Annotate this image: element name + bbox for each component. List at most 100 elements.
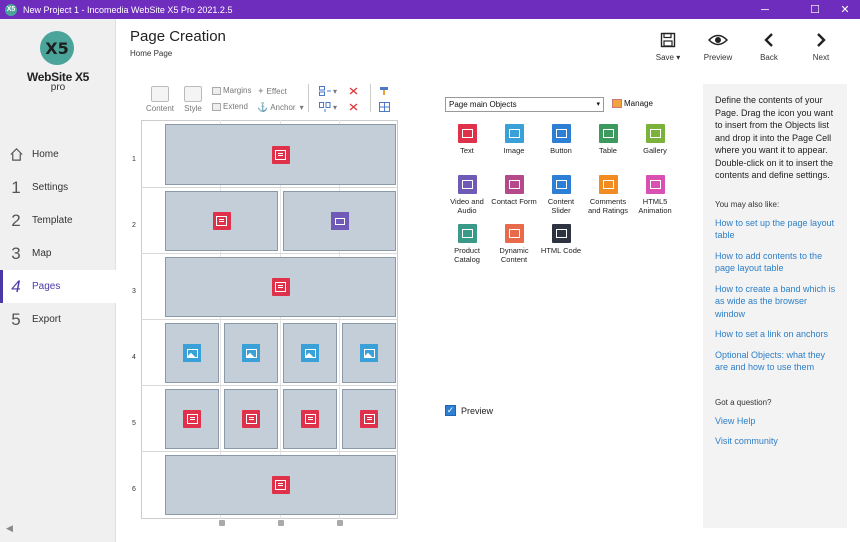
- title-bar: X5 New Project 1 - Incomedia WebSite X5 …: [0, 0, 860, 19]
- margins-tool-button[interactable]: Margins: [212, 86, 251, 95]
- help-panel: Define the contents of your Page. Drag t…: [703, 84, 847, 528]
- insert-row-dropdown-icon[interactable]: ▾: [333, 87, 337, 96]
- checkbox-checked-icon: ✓: [445, 405, 456, 416]
- anchor-label: Anchor: [270, 103, 296, 112]
- format-paint-button[interactable]: [379, 86, 390, 96]
- object-item[interactable]: Contact Form: [491, 175, 537, 206]
- chevron-right-icon: [817, 33, 826, 47]
- delete-row-button[interactable]: [348, 86, 359, 96]
- anchor-dropdown-icon[interactable]: ▾: [300, 103, 304, 112]
- sidebar-item-export[interactable]: 5 Export: [0, 303, 116, 336]
- extend-tool-button[interactable]: Extend: [212, 102, 248, 111]
- save-label: Save: [655, 53, 674, 62]
- grid-layout-button[interactable]: [379, 102, 390, 112]
- object-item[interactable]: Product Catalog: [444, 224, 490, 264]
- help-link-anchors[interactable]: How to set a link on anchors: [715, 328, 837, 341]
- next-button[interactable]: Next: [801, 30, 841, 62]
- video-object-icon: [330, 212, 349, 230]
- help-link-add-contents[interactable]: How to add contents to the page layout t…: [715, 250, 837, 275]
- object-type-icon: [504, 224, 524, 243]
- help-question: Got a question?: [715, 397, 772, 407]
- page-cell[interactable]: [342, 323, 396, 383]
- grid-layout-icon: [379, 102, 390, 112]
- row-number: 3: [132, 288, 136, 295]
- step-number: 3: [11, 243, 21, 263]
- save-dropdown-icon[interactable]: ▾: [676, 53, 680, 62]
- column-resize-handle[interactable]: [337, 520, 343, 526]
- page-cell[interactable]: [283, 323, 337, 383]
- sidebar-item-map[interactable]: 3 Map: [0, 237, 116, 270]
- page-cell[interactable]: [224, 323, 278, 383]
- row-number: 6: [132, 486, 136, 493]
- delete-column-button[interactable]: [348, 102, 359, 112]
- object-item[interactable]: Video and Audio: [444, 175, 490, 215]
- page-cell[interactable]: [342, 389, 396, 449]
- style-tool-label: Style: [184, 104, 202, 113]
- save-button[interactable]: Save ▾: [648, 30, 688, 62]
- back-button[interactable]: Back: [749, 30, 789, 62]
- page-cell[interactable]: [165, 257, 396, 317]
- text-object-icon: [212, 212, 231, 230]
- object-item[interactable]: Table: [585, 124, 631, 155]
- maximize-button[interactable]: ☐: [800, 0, 830, 19]
- step-number: 2: [11, 210, 21, 230]
- close-button[interactable]: ✕: [830, 0, 860, 19]
- object-item-label: Image: [503, 146, 525, 155]
- object-item[interactable]: Text: [444, 124, 490, 155]
- page-cell[interactable]: [283, 191, 396, 251]
- objects-category-select[interactable]: Page main Objects ▾: [445, 97, 604, 112]
- insert-row-button[interactable]: ▾: [319, 86, 337, 96]
- image-object-icon: [360, 344, 378, 362]
- anchor-tool-button[interactable]: ⚓ Anchor ▾: [257, 102, 304, 113]
- object-type-icon: [598, 124, 618, 143]
- page-cell[interactable]: [165, 389, 219, 449]
- sidebar-item-home[interactable]: Home: [0, 138, 116, 171]
- manage-button[interactable]: Manage: [612, 99, 653, 108]
- object-item[interactable]: Content Slider: [538, 175, 584, 215]
- step-number: 4: [11, 276, 21, 296]
- style-tool-button[interactable]: Style: [181, 86, 205, 113]
- object-type-icon: [457, 175, 477, 194]
- help-link-layout-table[interactable]: How to set up the page layout table: [715, 217, 837, 242]
- object-item[interactable]: Dynamic Content: [491, 224, 537, 264]
- page-cell[interactable]: [283, 389, 337, 449]
- grid-row-line: [141, 187, 398, 188]
- style-icon: [184, 86, 202, 102]
- content-tool-button[interactable]: Content: [146, 86, 174, 113]
- minimize-button[interactable]: ─: [750, 0, 780, 19]
- object-type-icon: [551, 224, 571, 243]
- object-item[interactable]: Comments and Ratings: [585, 175, 631, 215]
- sidebar-item-template[interactable]: 2 Template: [0, 204, 116, 237]
- object-item[interactable]: HTML Code: [538, 224, 584, 255]
- visit-community-link[interactable]: Visit community: [715, 435, 837, 448]
- page-cell[interactable]: [165, 191, 278, 251]
- object-item[interactable]: HTML5 Animation: [632, 175, 678, 215]
- page-cell[interactable]: [224, 389, 278, 449]
- column-resize-handle[interactable]: [278, 520, 284, 526]
- insert-column-dropdown-icon[interactable]: ▾: [333, 103, 337, 112]
- object-item[interactable]: Image: [491, 124, 537, 155]
- preview-checkbox[interactable]: ✓ Preview: [445, 405, 493, 416]
- logo-mark: X5: [40, 31, 74, 65]
- row-number: 1: [132, 156, 136, 163]
- sidebar-item-label: Home: [32, 149, 59, 160]
- object-item[interactable]: Button: [538, 124, 584, 155]
- sidebar-item-settings[interactable]: 1 Settings: [0, 171, 116, 204]
- step-number: 1: [11, 177, 21, 197]
- sidebar-item-pages[interactable]: 4 Pages: [0, 270, 116, 303]
- page-cell[interactable]: [165, 124, 396, 185]
- preview-button[interactable]: Preview: [698, 30, 738, 62]
- view-help-link[interactable]: View Help: [715, 415, 837, 428]
- collapse-sidebar-icon[interactable]: ◀: [6, 523, 13, 534]
- text-object-icon: [301, 410, 319, 428]
- help-link-wide-band[interactable]: How to create a band which is as wide as…: [715, 283, 837, 321]
- text-object-icon: [271, 476, 290, 494]
- object-type-icon: [457, 124, 477, 143]
- object-item[interactable]: Gallery: [632, 124, 678, 155]
- column-resize-handle[interactable]: [219, 520, 225, 526]
- page-cell[interactable]: [165, 455, 396, 515]
- effect-tool-button[interactable]: ✦ Effect: [257, 86, 287, 97]
- help-link-optional-objects[interactable]: Optional Objects: what they are and how …: [715, 349, 837, 374]
- insert-column-button[interactable]: ▾: [319, 102, 337, 112]
- page-cell[interactable]: [165, 323, 219, 383]
